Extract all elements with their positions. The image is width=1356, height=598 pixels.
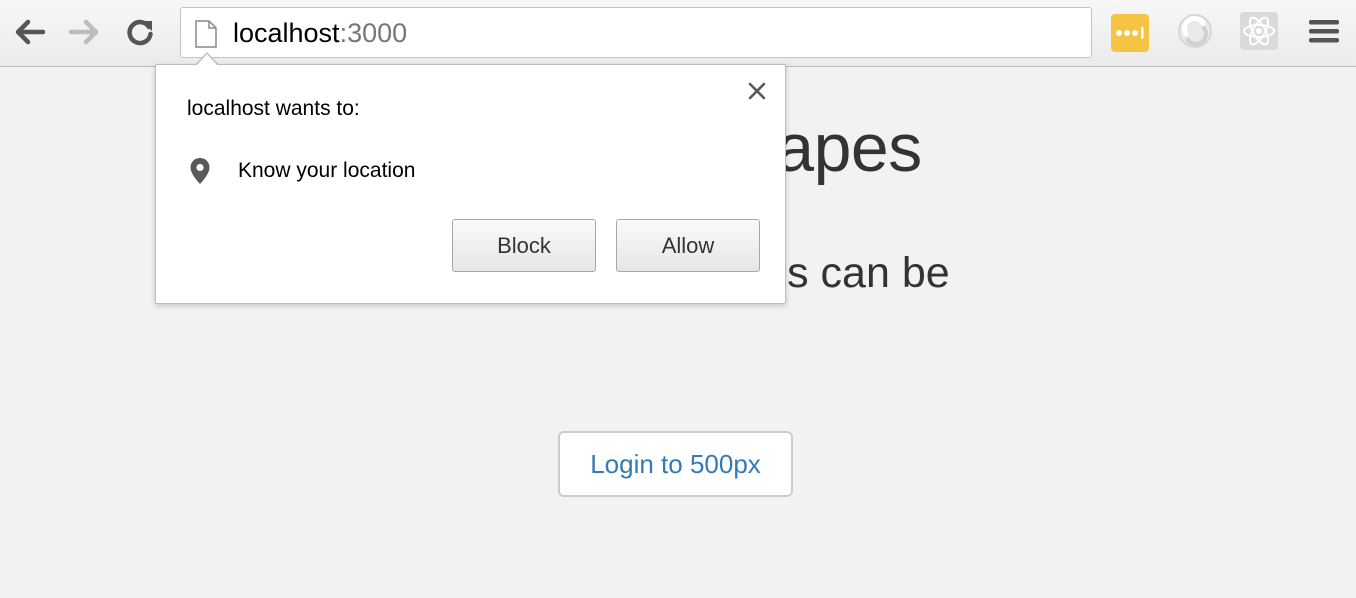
address-bar[interactable]: localhost:3000 (180, 7, 1092, 58)
allow-button[interactable]: Allow (616, 219, 760, 272)
lastpass-button[interactable] (1111, 14, 1149, 52)
reload-icon (125, 17, 155, 47)
close-icon (748, 82, 766, 105)
permission-bubble: localhost wants to: Know your location B… (155, 64, 786, 304)
arrow-right-icon (67, 18, 101, 46)
arrow-left-icon (13, 18, 47, 46)
back-button[interactable] (12, 14, 48, 50)
location-pin-icon (189, 157, 211, 190)
browser-menu-button[interactable] (1305, 14, 1343, 52)
url-text: localhost:3000 (233, 18, 407, 48)
url-host: localhost (233, 18, 340, 48)
forward-button[interactable] (66, 14, 102, 50)
bubble-arrow-inner (196, 54, 218, 66)
sync-extension-icon (1176, 12, 1214, 55)
close-button[interactable] (745, 81, 769, 105)
url-port: :3000 (339, 18, 408, 48)
block-button[interactable]: Block (452, 219, 596, 272)
bubble-title: localhost wants to: (187, 97, 360, 120)
sync-extension-button[interactable] (1176, 12, 1214, 55)
react-devtools-button[interactable] (1240, 11, 1278, 55)
lastpass-icon (1111, 14, 1149, 52)
permission-label: Know your location (238, 159, 416, 182)
login-button[interactable]: Login to 500px (558, 431, 793, 497)
page-icon (194, 20, 218, 53)
react-devtools-icon (1240, 11, 1278, 55)
hamburger-menu-icon (1308, 18, 1340, 49)
reload-button[interactable] (122, 14, 158, 50)
